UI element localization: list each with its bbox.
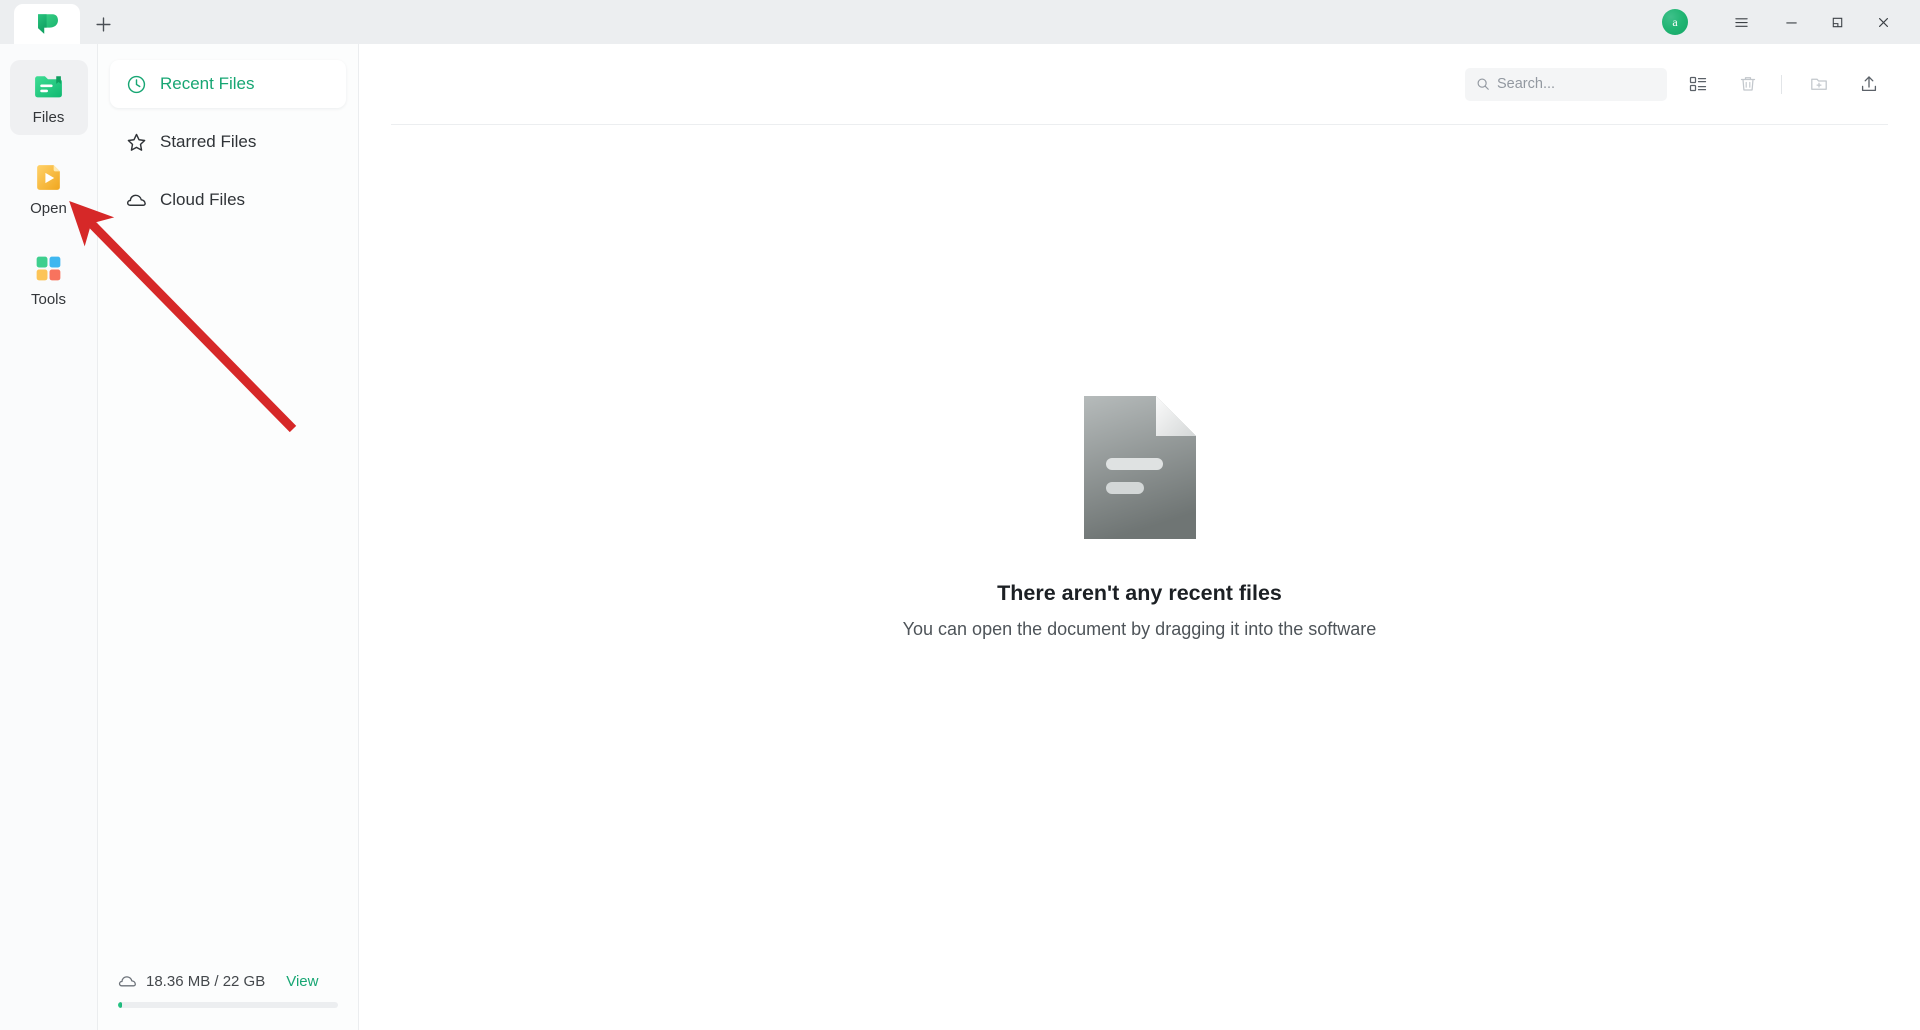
- cloud-icon: [118, 976, 136, 987]
- left-rail: Files Open Tools: [0, 44, 98, 1030]
- tools-grid-icon: [36, 256, 61, 281]
- upload-icon: [1861, 76, 1877, 92]
- window-controls: a: [1662, 0, 1920, 44]
- rail-item-open[interactable]: Open: [10, 151, 88, 226]
- window-body: Files Open Tools Recent Files Starred Fi…: [0, 44, 1920, 1030]
- new-tab-button[interactable]: [80, 4, 126, 44]
- rail-item-tools[interactable]: Tools: [10, 242, 88, 317]
- plus-icon: [95, 16, 111, 32]
- main-content: There aren't any recent files You can op…: [359, 44, 1920, 1030]
- close-button[interactable]: [1860, 3, 1906, 41]
- title-bar: a: [0, 0, 1920, 44]
- tab-strip: [0, 0, 126, 44]
- minimize-icon: [1785, 21, 1797, 24]
- list-view-toggle-button[interactable]: [1679, 65, 1717, 103]
- search-input[interactable]: [1497, 76, 1656, 92]
- nav-item-recent-files[interactable]: Recent Files: [110, 60, 346, 108]
- rail-item-label: Files: [32, 109, 65, 126]
- restore-button[interactable]: [1814, 3, 1860, 41]
- toolbar-separator: [1781, 74, 1782, 94]
- wps-logo-icon: [38, 14, 58, 34]
- content-toolbar: [359, 44, 1920, 124]
- tab-home-active[interactable]: [14, 4, 80, 44]
- restore-icon: [1832, 17, 1842, 27]
- storage-view-link[interactable]: View: [286, 973, 318, 990]
- rail-item-label: Tools: [30, 291, 67, 308]
- user-avatar[interactable]: a: [1662, 9, 1688, 35]
- empty-state-subtitle: You can open the document by dragging it…: [902, 618, 1377, 639]
- storage-progress-fill: [118, 1002, 122, 1008]
- nav-item-label: Starred Files: [160, 132, 257, 151]
- hamburger-icon: [1734, 17, 1748, 27]
- rail-item-files[interactable]: Files: [9, 60, 88, 135]
- storage-widget: 18.36 MB / 22 GB View: [110, 972, 346, 1030]
- search-box[interactable]: [1465, 67, 1667, 101]
- nav-item-label: Cloud Files: [160, 190, 246, 209]
- trash-icon: [1740, 77, 1756, 91]
- nav-item-starred-files[interactable]: Starred Files: [110, 118, 346, 166]
- cloud-icon: [126, 194, 146, 206]
- nav-item-cloud-files[interactable]: Cloud Files: [110, 176, 346, 224]
- search-icon: [1477, 78, 1489, 90]
- storage-row: 18.36 MB / 22 GB View: [118, 972, 338, 991]
- main-menu-button[interactable]: [1718, 3, 1764, 41]
- storage-progress-bar: [118, 1002, 338, 1008]
- new-folder-icon: [1811, 78, 1827, 90]
- clock-icon: [127, 75, 146, 93]
- empty-state-title: There aren't any recent files: [997, 580, 1282, 605]
- rail-item-label: Open: [30, 200, 67, 217]
- upload-button[interactable]: [1850, 65, 1888, 103]
- files-folder-icon: [35, 76, 62, 98]
- document-placeholder-icon: [1083, 395, 1196, 539]
- star-icon: [127, 133, 146, 151]
- storage-usage-text: 18.36 MB / 22 GB: [146, 973, 266, 990]
- nav-item-label: Recent Files: [160, 74, 255, 93]
- recycle-bin-button[interactable]: [1729, 65, 1767, 103]
- list-view-icon: [1689, 76, 1707, 92]
- open-document-icon: [37, 165, 60, 190]
- close-icon: [1878, 17, 1888, 27]
- application-window: a Files Open Tools Recent Files Starred …: [0, 0, 1920, 1030]
- minimize-button[interactable]: [1768, 3, 1814, 41]
- empty-state: There aren't any recent files You can op…: [359, 125, 1920, 1030]
- file-nav-panel: Recent Files Starred Files Cloud Files 1…: [98, 44, 359, 1030]
- new-folder-button[interactable]: [1800, 65, 1838, 103]
